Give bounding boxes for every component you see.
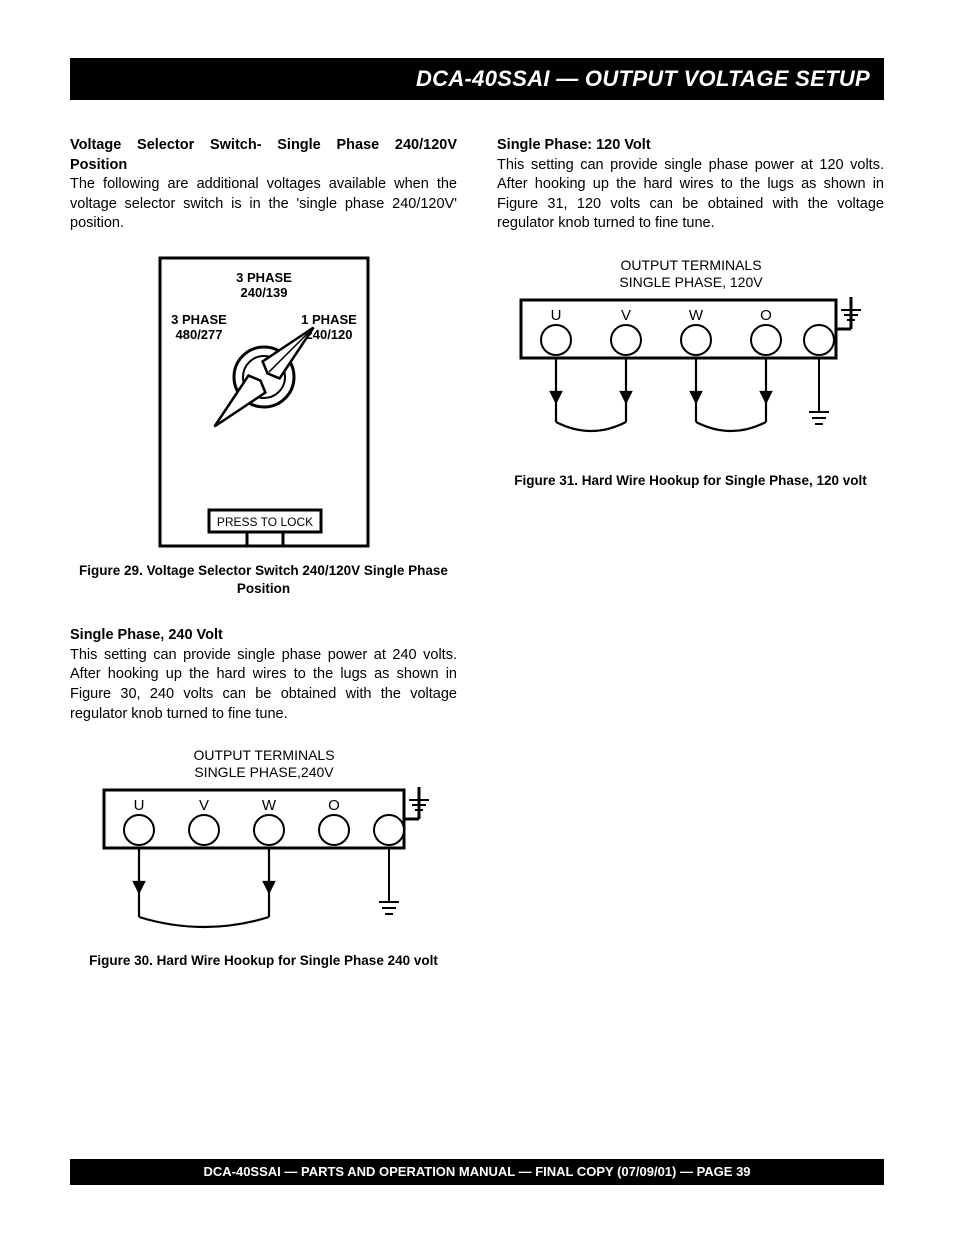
terminal-u-label: U — [133, 797, 144, 814]
output-terminals-240v-diagram: OUTPUT TERMINALS SINGLE PHASE,240V U V — [84, 742, 444, 942]
label-3phase-240-val: 240/139 — [240, 285, 287, 300]
figure-31: OUTPUT TERMINALS SINGLE PHASE, 120V U V … — [497, 252, 884, 462]
section-heading: Voltage Selector Switch- Single Phase 24… — [70, 137, 457, 173]
terminal-v — [611, 325, 641, 355]
terminal-w — [254, 815, 284, 845]
hookup-wire-wo — [691, 358, 771, 431]
terminal-w-label: W — [688, 307, 703, 324]
terminal-o — [319, 815, 349, 845]
hookup-wire-uv — [551, 358, 631, 431]
label-1phase-240: 1 PHASE — [301, 312, 357, 327]
label-3phase-480: 3 PHASE — [171, 312, 227, 327]
ground-icon — [379, 848, 399, 914]
terminal-v-label: V — [198, 797, 208, 814]
section-body: This setting can provide single phase po… — [497, 157, 884, 232]
terminal-u-label: U — [550, 307, 561, 324]
terminal-v-label: V — [620, 307, 630, 324]
terminal-ground — [804, 325, 834, 355]
output-terminals-120v-diagram: OUTPUT TERMINALS SINGLE PHASE, 120V U V … — [501, 252, 881, 462]
terminal-ground — [374, 815, 404, 845]
fig30-title1: OUTPUT TERMINALS — [193, 747, 334, 763]
hookup-wire-uw — [134, 848, 274, 927]
page-title: DCA-40SSAI — OUTPUT VOLTAGE SETUP — [416, 64, 870, 94]
fig30-title2: SINGLE PHASE,240V — [194, 764, 334, 780]
terminal-w — [681, 325, 711, 355]
press-to-lock-label: PRESS TO LOCK — [216, 515, 312, 529]
left-column: Voltage Selector Switch- Single Phase 24… — [70, 136, 457, 998]
figure-29: 3 PHASE 240/139 3 PHASE 480/277 1 PHASE … — [70, 252, 457, 552]
figure-30: OUTPUT TERMINALS SINGLE PHASE,240V U V — [70, 742, 457, 942]
label-3phase-480-val: 480/277 — [175, 327, 222, 342]
figure-31-caption: Figure 31. Hard Wire Hookup for Single P… — [497, 472, 884, 490]
terminal-w-label: W — [261, 797, 276, 814]
section-heading: Single Phase, 240 Volt — [70, 627, 223, 643]
terminal-o-label: O — [760, 307, 772, 324]
terminal-u — [124, 815, 154, 845]
footer-text: DCA-40SSAI — PARTS AND OPERATION MANUAL … — [203, 1164, 750, 1179]
terminal-v — [189, 815, 219, 845]
terminal-u — [541, 325, 571, 355]
fig31-title2: SINGLE PHASE, 120V — [619, 274, 763, 290]
label-3phase-240: 3 PHASE — [236, 270, 292, 285]
terminal-o-label: O — [328, 797, 340, 814]
ground-icon — [809, 358, 829, 424]
section-body: This setting can provide single phase po… — [70, 647, 457, 722]
figure-30-caption: Figure 30. Hard Wire Hookup for Single P… — [70, 952, 457, 970]
right-column: Single Phase: 120 Volt This setting can … — [497, 136, 884, 998]
section-body: The following are additional voltages av… — [70, 176, 457, 231]
terminal-o — [751, 325, 781, 355]
voltage-selector-switch-diagram: 3 PHASE 240/139 3 PHASE 480/277 1 PHASE … — [154, 252, 374, 552]
fig31-title1: OUTPUT TERMINALS — [620, 257, 761, 273]
page-header: DCA-40SSAI — OUTPUT VOLTAGE SETUP — [70, 58, 884, 100]
footer-bar: DCA-40SSAI — PARTS AND OPERATION MANUAL … — [70, 1159, 884, 1185]
section-heading: Single Phase: 120 Volt — [497, 137, 651, 153]
figure-29-caption: Figure 29. Voltage Selector Switch 240/1… — [70, 562, 457, 598]
